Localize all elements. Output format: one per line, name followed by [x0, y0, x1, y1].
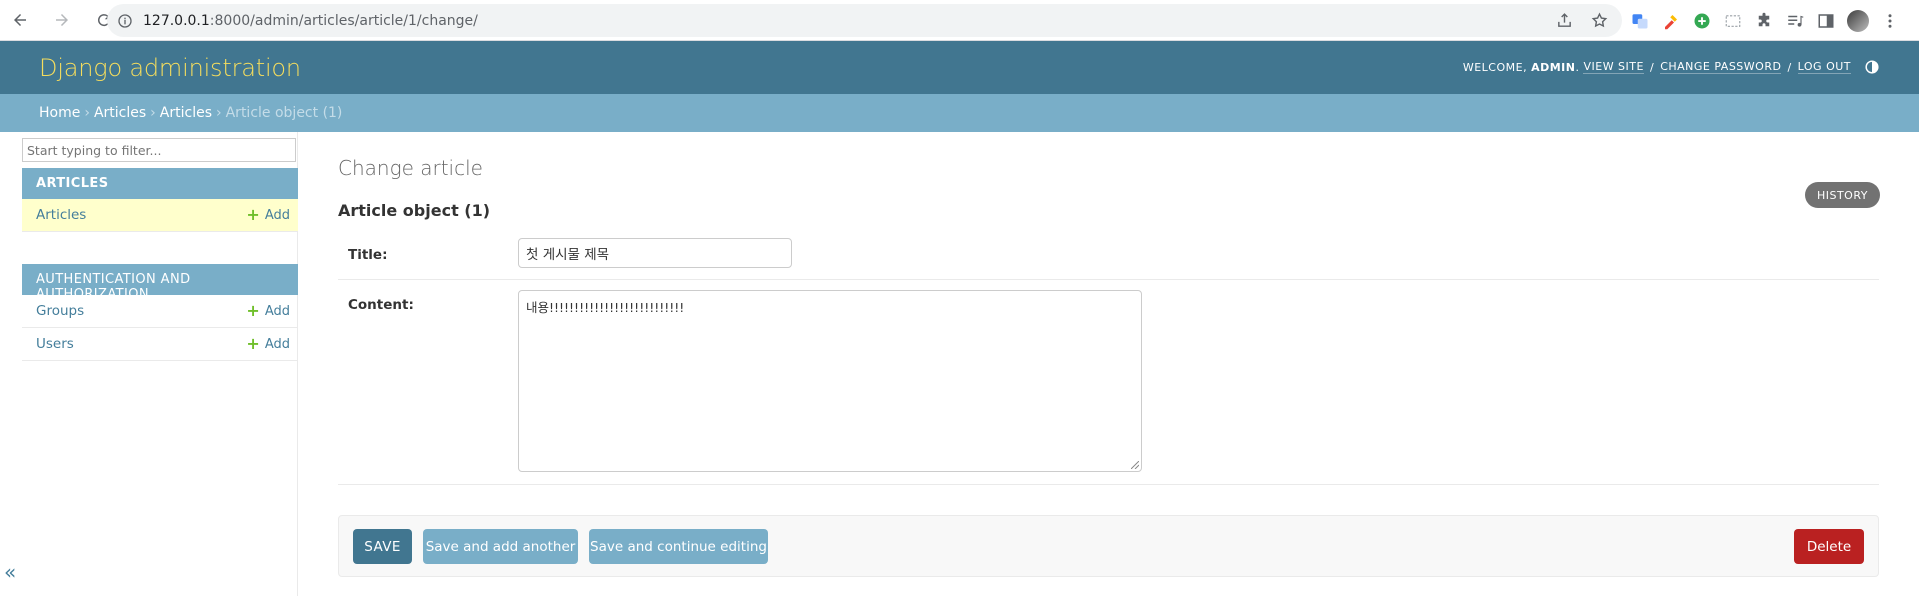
content-label: Content:	[348, 297, 414, 313]
screenshot-extension-icon[interactable]	[1723, 11, 1743, 31]
theme-toggle-icon[interactable]	[1865, 60, 1879, 74]
browser-toolbar: 127.0.0.1:8000/admin/articles/article/1/…	[0, 0, 1919, 41]
save-button[interactable]: SAVE	[353, 529, 412, 564]
admin-header: Django administration WELCOME, ADMIN. VI…	[0, 41, 1919, 94]
sidebar-item-groups: Groups + Add	[22, 295, 298, 328]
submit-row: SAVE Save and add another Save and conti…	[338, 515, 1879, 577]
site-brand[interactable]: Django administration	[39, 54, 301, 82]
side-panel-icon[interactable]	[1816, 11, 1836, 31]
view-site-link[interactable]: VIEW SITE	[1583, 60, 1644, 74]
content-textarea[interactable]: 내용!!!!!!!!!!!!!!!!!!!!!!!!!!!	[518, 290, 1142, 472]
profile-avatar[interactable]	[1847, 10, 1869, 32]
save-and-add-another-button[interactable]: Save and add another	[423, 529, 578, 564]
breadcrumb: Home › Articles › Articles › Article obj…	[0, 94, 1919, 132]
back-icon[interactable]	[10, 10, 30, 30]
nav-sidebar: ARTICLES Articles +Add AUTHENTICATION AN…	[20, 132, 298, 596]
title-input[interactable]	[518, 238, 792, 268]
resize-handle-icon[interactable]	[1131, 461, 1139, 469]
translate-extension-icon[interactable]	[1630, 11, 1650, 31]
add-icon: +	[246, 205, 260, 224]
title-field-row: Title:	[338, 238, 1879, 280]
breadcrumb-model[interactable]: Articles	[160, 105, 212, 121]
module-caption-auth[interactable]: AUTHENTICATION AND AUTHORIZATION	[22, 264, 298, 302]
share-icon[interactable]	[1556, 12, 1573, 29]
add-icon: +	[246, 334, 260, 353]
breadcrumb-current: Article object (1)	[225, 105, 343, 121]
breadcrumb-home[interactable]: Home	[39, 105, 80, 121]
info-icon[interactable]	[117, 13, 133, 29]
plus-extension-icon[interactable]	[1692, 11, 1712, 31]
object-title: Article object (1)	[338, 201, 491, 220]
sidebar-item-label[interactable]: Users	[36, 336, 74, 352]
welcome-text: WELCOME,	[1462, 60, 1528, 74]
media-playlist-icon[interactable]	[1785, 11, 1805, 31]
color-picker-extension-icon[interactable]	[1661, 11, 1681, 31]
add-icon: +	[246, 301, 260, 320]
sidebar-collapse-toggle[interactable]: «	[4, 560, 16, 584]
delete-button[interactable]: Delete	[1794, 529, 1864, 564]
page-title: Change article	[338, 156, 483, 180]
title-label: Title:	[348, 247, 388, 263]
save-and-continue-button[interactable]: Save and continue editing	[589, 529, 768, 564]
add-group-link[interactable]: + Add	[246, 303, 290, 319]
add-article-link[interactable]: + Add	[246, 207, 290, 223]
browser-menu-icon[interactable]	[1880, 11, 1900, 31]
extensions-puzzle-icon[interactable]	[1754, 11, 1774, 31]
change-password-link[interactable]: CHANGE PASSWORD	[1660, 60, 1782, 74]
sidebar-item-users: Users + Add	[22, 328, 298, 361]
content-field-row: Content: 내용!!!!!!!!!!!!!!!!!!!!!!!!!!!	[338, 290, 1879, 485]
sidebar-item-label[interactable]: Groups	[36, 303, 84, 319]
url-text: 127.0.0.1:8000/admin/articles/article/1/…	[143, 12, 478, 29]
nav-filter-input[interactable]	[22, 138, 296, 162]
user-tools: WELCOME, ADMIN. VIEW SITE / CHANGE PASSW…	[1463, 60, 1879, 74]
breadcrumb-app[interactable]: Articles	[94, 105, 146, 121]
sidebar-item-articles: Articles + Add	[22, 199, 298, 232]
history-button[interactable]: HISTORY	[1804, 182, 1880, 208]
log-out-link[interactable]: LOG OUT	[1797, 60, 1851, 74]
add-user-link[interactable]: + Add	[246, 336, 290, 352]
username: ADMIN	[1531, 60, 1576, 74]
address-bar[interactable]: 127.0.0.1:8000/admin/articles/article/1/…	[107, 4, 1622, 37]
content-text: 내용!!!!!!!!!!!!!!!!!!!!!!!!!!!	[526, 300, 685, 315]
module-caption-articles[interactable]: ARTICLES	[22, 168, 298, 199]
bookmark-star-icon[interactable]	[1591, 12, 1608, 29]
sidebar-item-label[interactable]: Articles	[36, 207, 86, 223]
forward-icon[interactable]	[52, 10, 72, 30]
